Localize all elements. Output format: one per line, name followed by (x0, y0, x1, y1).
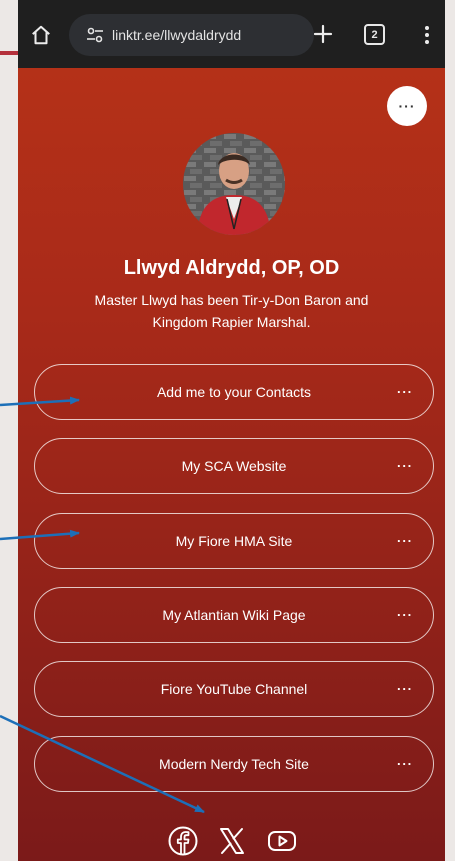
tab-count: 2 (371, 28, 378, 41)
phone-screen: linktr.ee/llwydaldrydd 2 ··· Llwyd Aldry… (18, 0, 445, 861)
link-fiore-hma-site[interactable]: My Fiore HMA Site ··· (34, 513, 434, 569)
link-atlantian-wiki[interactable]: My Atlantian Wiki Page ··· (34, 587, 434, 643)
avatar (183, 133, 285, 235)
link-sca-website[interactable]: My SCA Website ··· (34, 438, 434, 494)
browser-menu-icon[interactable] (415, 23, 439, 47)
browser-toolbar: linktr.ee/llwydaldrydd 2 (18, 0, 445, 68)
link-more-icon[interactable]: ··· (397, 757, 413, 772)
site-settings-icon[interactable] (86, 26, 104, 44)
profile-name: Llwyd Aldrydd, OP, OD (123, 257, 340, 279)
link-label: My SCA Website (181, 458, 287, 474)
link-label: Fiore YouTube Channel (160, 681, 308, 697)
url-text: linktr.ee/llwydaldrydd (112, 27, 242, 43)
facebook-icon[interactable] (167, 825, 199, 857)
address-bar[interactable]: linktr.ee/llwydaldrydd (69, 14, 314, 56)
share-button[interactable]: ··· (387, 86, 427, 126)
link-more-icon[interactable]: ··· (397, 608, 413, 623)
link-more-icon[interactable]: ··· (397, 459, 413, 474)
share-more-icon: ··· (398, 98, 416, 114)
x-icon[interactable] (216, 825, 248, 857)
youtube-icon[interactable] (266, 825, 298, 857)
link-nerdy-tech-site[interactable]: Modern Nerdy Tech Site ··· (34, 736, 434, 792)
link-more-icon[interactable]: ··· (397, 534, 413, 549)
link-label: Modern Nerdy Tech Site (159, 756, 309, 772)
link-label: Add me to your Contacts (156, 384, 312, 400)
home-icon[interactable] (30, 24, 52, 46)
profile-bio: Master Llwyd has been Tir-y-Don Baron an… (94, 292, 369, 330)
link-label: My Atlantian Wiki Page (162, 607, 306, 623)
link-label: My Fiore HMA Site (175, 533, 293, 549)
link-fiore-youtube[interactable]: Fiore YouTube Channel ··· (34, 661, 434, 717)
new-tab-icon[interactable] (311, 22, 335, 46)
link-more-icon[interactable]: ··· (397, 385, 413, 400)
link-add-contacts[interactable]: Add me to your Contacts ··· (34, 364, 434, 420)
tab-switcher-button[interactable]: 2 (364, 24, 385, 45)
link-more-icon[interactable]: ··· (397, 682, 413, 697)
